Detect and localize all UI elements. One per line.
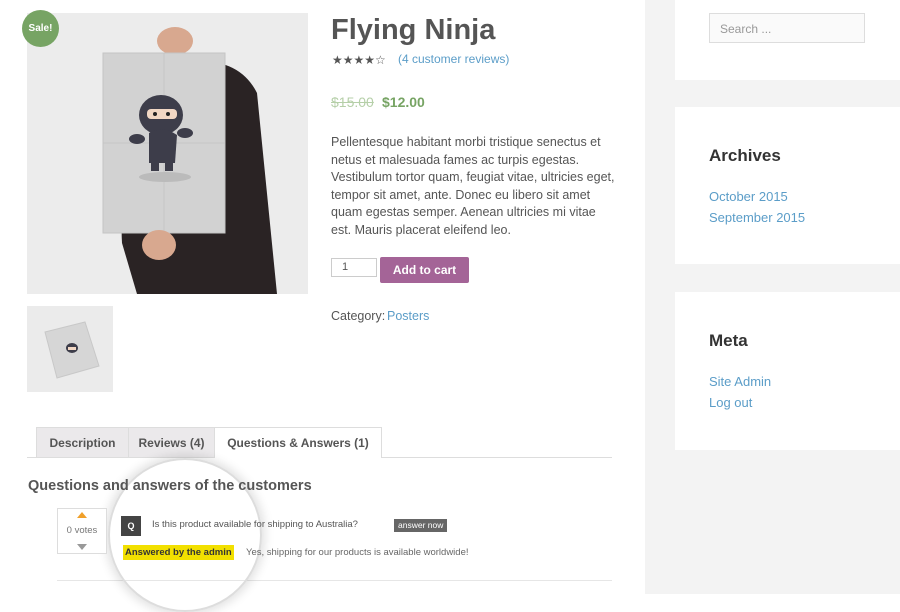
product-main-image[interactable] — [27, 13, 308, 294]
product-thumbnail[interactable] — [27, 306, 113, 392]
meta-widget: Meta Site Admin Log out — [675, 292, 900, 450]
tab-description[interactable]: Description — [36, 427, 129, 457]
vote-down-icon[interactable] — [77, 544, 87, 550]
regular-price: $15.00 — [331, 94, 374, 110]
category-label: Category: — [331, 309, 386, 323]
meta-title: Meta — [709, 331, 748, 350]
search-input[interactable]: Search ... — [709, 13, 865, 43]
customer-reviews-link[interactable]: (4 customer reviews) — [398, 52, 509, 66]
archives-widget: Archives October 2015 September 2015 — [675, 107, 900, 264]
tab-reviews[interactable]: Reviews (4) — [128, 427, 215, 457]
answer-now-button[interactable]: answer now — [394, 519, 448, 532]
answer-text: Yes, shipping for our products is availa… — [246, 547, 469, 558]
vote-count: 0 votes — [66, 525, 98, 536]
site-admin-link[interactable]: Site Admin — [709, 374, 771, 389]
add-to-cart-button[interactable]: Add to cart — [380, 257, 469, 283]
search-widget: Search ... — [675, 0, 900, 80]
product-short-description: Pellentesque habitant morbi tristique se… — [331, 135, 615, 237]
log-out-link[interactable]: Log out — [709, 395, 752, 410]
product-title: Flying Ninja — [331, 14, 496, 46]
sidebar: Search ... Archives October 2015 Septemb… — [645, 0, 900, 594]
archive-link-september-2015[interactable]: September 2015 — [709, 210, 805, 225]
ninja-poster-image — [27, 13, 308, 294]
qa-section-title: Questions and answers of the customers — [28, 478, 312, 494]
ninja-thumbnail-image — [27, 306, 113, 392]
archives-title: Archives — [709, 146, 781, 165]
tab-questions-answers[interactable]: Questions & Answers (1) — [214, 427, 382, 458]
sale-badge: Sale! — [22, 10, 59, 47]
category-link-posters[interactable]: Posters — [387, 309, 429, 323]
product-page: Sale! Flying Ninja ★★★★☆ (4 customer rev… — [0, 0, 645, 612]
quantity-input[interactable]: 1 — [331, 258, 377, 277]
archive-link-october-2015[interactable]: October 2015 — [709, 189, 788, 204]
question-text: Is this product available for shipping t… — [152, 519, 358, 530]
vote-widget: 0 votes — [57, 508, 107, 554]
question-badge: Q — [121, 516, 141, 536]
star-rating: ★★★★☆ — [332, 53, 386, 67]
answered-by-admin-badge: Answered by the admin — [123, 545, 234, 560]
sale-price: $12.00 — [382, 94, 425, 110]
vote-up-icon[interactable] — [77, 512, 87, 518]
